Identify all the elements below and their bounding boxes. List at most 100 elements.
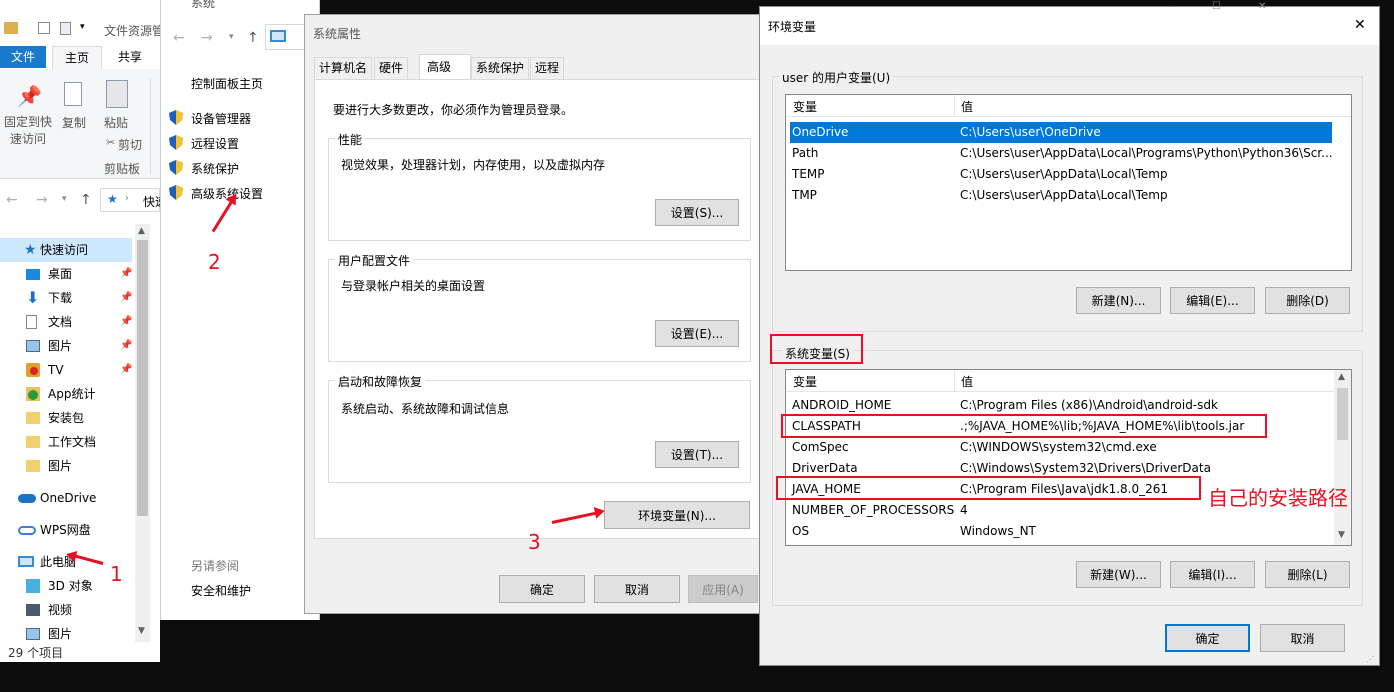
- ribbon-tab-file[interactable]: 文件: [0, 46, 46, 68]
- nav-onedrive[interactable]: OneDrive: [0, 486, 132, 510]
- tab-hardware[interactable]: 硬件: [374, 57, 409, 79]
- system-protection-link[interactable]: 系统保护: [191, 160, 239, 177]
- nav-desktop[interactable]: 桌面 📌: [0, 262, 132, 286]
- startup-recovery-title: 启动和故障恢复: [335, 373, 426, 390]
- history-chevron-icon[interactable]: ▾: [229, 32, 234, 42]
- col-variable[interactable]: 变量: [793, 98, 817, 115]
- tab-system-protection[interactable]: 系统保护: [471, 57, 530, 79]
- nav-tv[interactable]: TV 📌: [0, 358, 132, 382]
- pin-icon[interactable]: 📌: [120, 262, 132, 286]
- scroll-up-arrow-icon[interactable]: ▲: [1338, 372, 1345, 382]
- user-variables-list[interactable]: 变量 值 OneDrive C:\Users\user\OneDrive Pat…: [785, 94, 1352, 271]
- env-cancel-button[interactable]: 取消: [1260, 624, 1345, 652]
- forward-arrow-icon[interactable]: →: [201, 30, 213, 46]
- maximize-icon[interactable]: ☐: [1212, 1, 1221, 12]
- scissors-icon[interactable]: ✂: [106, 136, 115, 149]
- ribbon-divider: [150, 78, 151, 174]
- user-profile-settings-button[interactable]: 设置(E)...: [655, 320, 739, 347]
- step-2-label: 2: [208, 250, 221, 274]
- copy-icon[interactable]: [64, 82, 82, 106]
- nav-pc-pictures[interactable]: 图片: [0, 622, 132, 646]
- user-edit-button[interactable]: 编辑(E)...: [1170, 287, 1255, 314]
- tab-advanced[interactable]: 高级: [419, 54, 471, 80]
- shield-icon: [169, 135, 183, 150]
- system-list-scrollbar[interactable]: ▲ ▼: [1334, 370, 1351, 545]
- col-value[interactable]: 值: [961, 98, 973, 115]
- scroll-down-arrow-icon[interactable]: ▼: [1338, 530, 1345, 540]
- scroll-thumb[interactable]: [137, 240, 148, 516]
- close-icon[interactable]: ✕: [1258, 1, 1266, 12]
- col-value[interactable]: 值: [961, 373, 973, 390]
- forward-arrow-icon[interactable]: →: [36, 192, 48, 208]
- nav-pictures[interactable]: 图片 📌: [0, 334, 132, 358]
- system-delete-button[interactable]: 删除(L): [1265, 561, 1350, 588]
- pin-icon[interactable]: 📌: [17, 84, 42, 108]
- history-chevron-icon[interactable]: ▾: [62, 194, 67, 204]
- nav-wps-drive[interactable]: WPS网盘: [0, 518, 132, 542]
- paste-button-label[interactable]: 粘贴: [104, 114, 128, 131]
- status-bar-text: 29 个项目: [8, 646, 64, 660]
- system-new-button[interactable]: 新建(W)...: [1076, 561, 1161, 588]
- startup-settings-button[interactable]: 设置(T)...: [655, 441, 739, 468]
- install-path-note: 自己的安装路径: [1208, 486, 1348, 510]
- resize-grip-icon[interactable]: ⋰: [1366, 655, 1374, 664]
- nav-installers[interactable]: 安装包: [0, 406, 132, 430]
- ribbon-tab-home[interactable]: 主页: [52, 46, 102, 70]
- nav-documents[interactable]: 文档 📌: [0, 310, 132, 334]
- pin-icon[interactable]: 📌: [120, 334, 132, 358]
- video-icon: [26, 604, 40, 616]
- pin-icon[interactable]: 📌: [120, 310, 132, 334]
- performance-settings-button[interactable]: 设置(S)...: [655, 199, 739, 226]
- security-maintenance-link[interactable]: 安全和维护: [191, 582, 251, 599]
- env-ok-button[interactable]: 确定: [1165, 624, 1250, 652]
- checkbox-icon[interactable]: [38, 22, 50, 34]
- performance-title: 性能: [335, 131, 366, 148]
- nav-scrollbar[interactable]: ▲ ▼: [135, 224, 150, 642]
- control-panel-home-link[interactable]: 控制面板主页: [191, 75, 263, 92]
- chevron-down-icon[interactable]: ▾: [80, 22, 85, 32]
- pin-icon[interactable]: 📌: [120, 286, 132, 310]
- nav-downloads[interactable]: ⬇ 下载 📌: [0, 286, 132, 310]
- nav-pane: ★ 快速访问 桌面 📌 ⬇ 下载 📌 文档 📌 图片 📌 TV 📌 App统计 …: [0, 236, 150, 646]
- user-row-onedrive[interactable]: OneDrive C:\Users\user\OneDrive: [790, 122, 1332, 143]
- nav-app-stats[interactable]: App统计: [0, 382, 132, 406]
- back-arrow-icon[interactable]: ←: [6, 192, 18, 208]
- system-variables-list[interactable]: 变量 值 ANDROID_HOME C:\Program Files (x86)…: [785, 369, 1352, 546]
- window-controls: — ☐ ✕: [1166, 1, 1286, 12]
- page-icon[interactable]: [60, 22, 71, 35]
- remote-settings-link[interactable]: 远程设置: [191, 135, 239, 152]
- pin-button-label[interactable]: 固定到快 速访问: [2, 114, 54, 148]
- up-arrow-icon[interactable]: ↑: [247, 30, 259, 46]
- back-arrow-icon[interactable]: ←: [173, 30, 185, 46]
- device-manager-link[interactable]: 设备管理器: [191, 110, 251, 127]
- tab-computer-name[interactable]: 计算机名: [314, 57, 373, 79]
- cloud-icon: [18, 494, 36, 503]
- alert-badge-icon: [30, 367, 38, 375]
- ribbon-tab-share[interactable]: 共享: [108, 46, 152, 68]
- scroll-thumb[interactable]: [1337, 388, 1348, 440]
- scroll-up-arrow-icon[interactable]: ▲: [138, 226, 145, 236]
- minimize-icon[interactable]: —: [1166, 1, 1176, 12]
- nav-quick-access[interactable]: ★ 快速访问: [0, 238, 132, 262]
- paste-icon[interactable]: [106, 80, 128, 108]
- address-bar[interactable]: ★ › 快速: [100, 188, 167, 212]
- environment-variables-button[interactable]: 环境变量(N)...: [604, 501, 750, 529]
- up-arrow-icon[interactable]: ↑: [80, 192, 92, 208]
- user-delete-button[interactable]: 删除(D): [1265, 287, 1350, 314]
- nav-pictures-folder[interactable]: 图片: [0, 454, 132, 478]
- cut-button-label[interactable]: 剪切: [118, 136, 142, 153]
- user-new-button[interactable]: 新建(N)...: [1076, 287, 1161, 314]
- sysprops-ok-button[interactable]: 确定: [499, 575, 585, 603]
- pin-icon[interactable]: 📌: [120, 358, 132, 382]
- sysprops-cancel-button[interactable]: 取消: [594, 575, 680, 603]
- nav-videos[interactable]: 视频: [0, 598, 132, 622]
- col-variable[interactable]: 变量: [793, 373, 817, 390]
- copy-button-label[interactable]: 复制: [62, 114, 86, 131]
- close-icon[interactable]: ✕: [1354, 17, 1366, 33]
- star-icon: ★: [107, 192, 118, 206]
- col-divider: [954, 95, 955, 117]
- tab-remote[interactable]: 远程: [530, 57, 565, 79]
- system-edit-button[interactable]: 编辑(I)...: [1170, 561, 1255, 588]
- nav-work-docs[interactable]: 工作文档: [0, 430, 132, 454]
- scroll-down-arrow-icon[interactable]: ▼: [138, 626, 145, 636]
